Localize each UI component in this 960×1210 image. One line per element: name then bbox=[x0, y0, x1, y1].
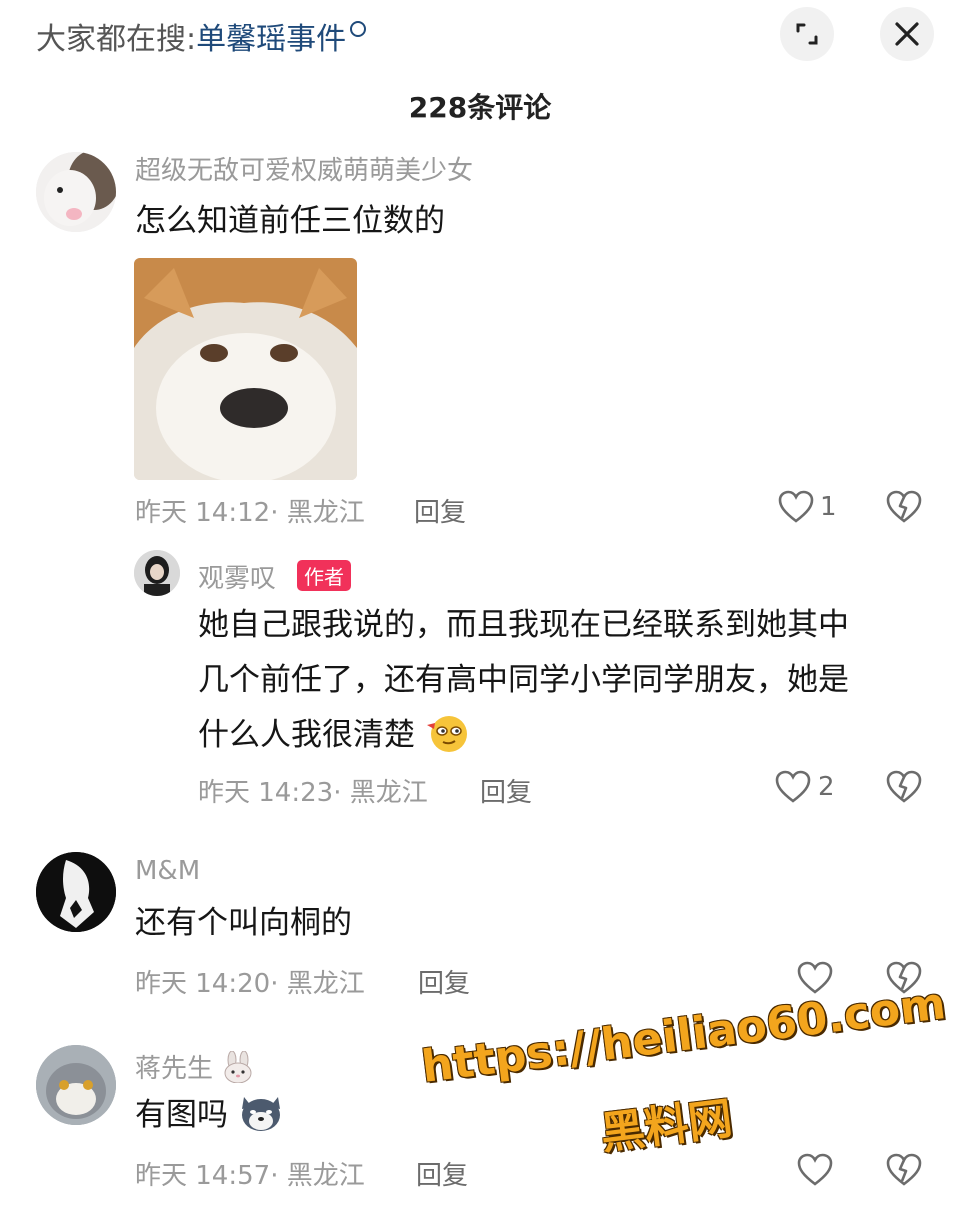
comment-text: 有图吗 bbox=[135, 1097, 228, 1133]
comment-meta: 昨天 14:20· 黑龙江 bbox=[135, 969, 365, 999]
watermark-name: 黑料网 bbox=[597, 1093, 736, 1160]
search-icon bbox=[350, 21, 367, 37]
comment-text: 怎么知道前任三位数的 bbox=[135, 203, 445, 239]
like-count: 2 bbox=[818, 772, 835, 802]
comment-username[interactable]: 超级无敌可爱权威萌萌美少女 bbox=[135, 150, 473, 187]
heart-icon bbox=[797, 1153, 833, 1186]
reply-button[interactable]: 回复 bbox=[416, 1155, 468, 1192]
trending-search-query[interactable]: 单馨瑶事件 bbox=[196, 22, 346, 57]
reply-text-line: 什么人我很清楚 bbox=[198, 717, 415, 753]
dislike-button[interactable] bbox=[886, 490, 922, 528]
heart-icon bbox=[778, 490, 814, 523]
comment-username[interactable]: M&M bbox=[135, 856, 200, 886]
avatar[interactable] bbox=[36, 152, 116, 232]
reply-meta: 昨天 14:23· 黑龙江 bbox=[198, 778, 428, 808]
reply-button[interactable]: 回复 bbox=[418, 963, 470, 1000]
trending-search-bar[interactable]: 大家都在搜:单馨瑶事件 bbox=[36, 14, 367, 58]
comment-image[interactable] bbox=[134, 258, 357, 480]
rabbit-emoji-icon bbox=[224, 1050, 252, 1084]
like-button[interactable] bbox=[778, 490, 814, 528]
broken-heart-icon bbox=[886, 490, 922, 523]
comment-count: 228条评论 bbox=[408, 91, 552, 124]
comment-text-row: 有图吗 bbox=[135, 1088, 284, 1143]
expand-icon bbox=[796, 23, 818, 45]
broken-heart-icon bbox=[886, 770, 922, 803]
watermark-url: https://heiliao60.com bbox=[418, 978, 949, 1093]
avatar[interactable] bbox=[36, 1045, 116, 1125]
reply-text-line: 几个前任了，还有高中同学小学同学朋友，她是 bbox=[198, 662, 849, 698]
reply-text-line: 她自己跟我说的，而且我现在已经联系到她其中 bbox=[198, 607, 849, 643]
smug-face-emoji-icon bbox=[426, 716, 467, 752]
like-count: 1 bbox=[820, 492, 837, 522]
author-badge: 作者 bbox=[297, 560, 351, 591]
reply-button[interactable]: 回复 bbox=[414, 492, 466, 529]
husky-emoji-icon bbox=[241, 1097, 280, 1131]
like-button[interactable] bbox=[775, 770, 811, 808]
close-icon bbox=[895, 22, 919, 46]
comment-username[interactable]: 蒋先生 bbox=[135, 1054, 213, 1084]
comment-text: 还有个叫向桐的 bbox=[135, 905, 352, 941]
comment-meta: 昨天 14:57· 黑龙江 bbox=[135, 1161, 365, 1191]
trending-search-prefix: 大家都在搜: bbox=[36, 22, 197, 57]
reply-text-last-line: 什么人我很清楚 bbox=[198, 708, 469, 763]
avatar[interactable] bbox=[134, 550, 180, 596]
broken-heart-icon bbox=[886, 1153, 922, 1186]
expand-button[interactable] bbox=[780, 7, 834, 61]
reply-button[interactable]: 回复 bbox=[480, 772, 532, 809]
reply-username[interactable]: 观雾叹 bbox=[198, 558, 276, 595]
comment-username-row: 蒋先生 bbox=[135, 1048, 255, 1085]
close-button[interactable] bbox=[880, 7, 934, 61]
avatar[interactable] bbox=[36, 852, 116, 932]
dislike-button[interactable] bbox=[886, 1153, 922, 1191]
heart-icon bbox=[797, 961, 833, 994]
like-button[interactable] bbox=[797, 1153, 833, 1191]
heart-icon bbox=[775, 770, 811, 803]
dislike-button[interactable] bbox=[886, 770, 922, 808]
comment-meta: 昨天 14:12· 黑龙江 bbox=[135, 498, 365, 528]
